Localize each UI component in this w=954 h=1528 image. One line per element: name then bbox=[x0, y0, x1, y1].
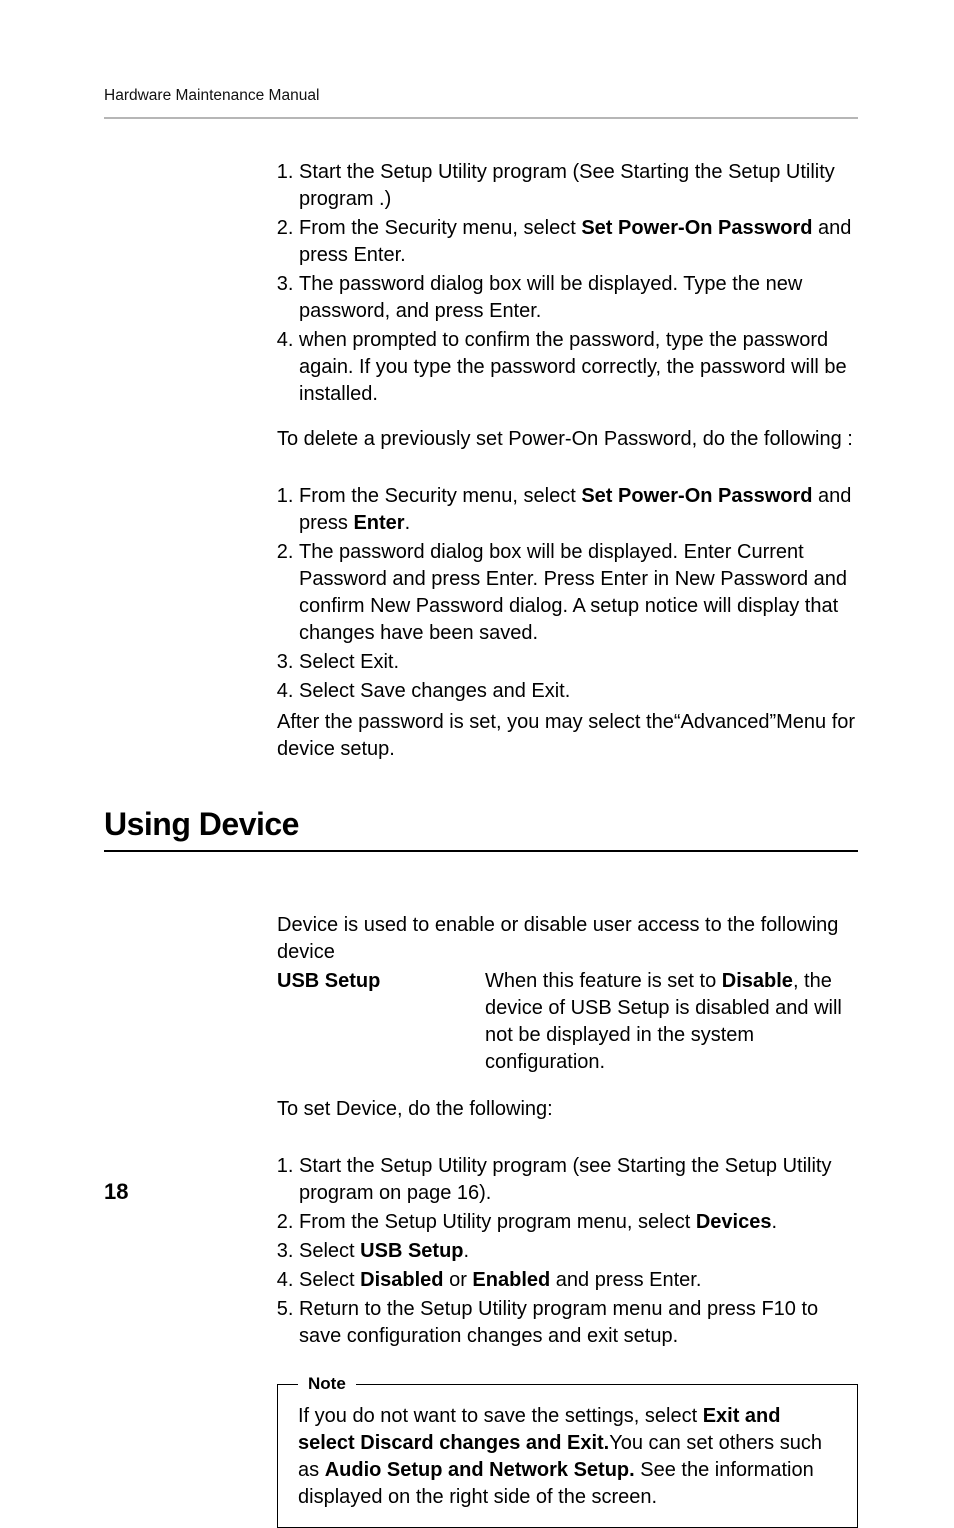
running-header: Hardware Maintenance Manual bbox=[104, 86, 858, 119]
delete-password-steps: From the Security menu, select Set Power… bbox=[277, 483, 858, 705]
note-text: If you do not want to save the settings,… bbox=[298, 1403, 837, 1511]
note-box: Note If you do not want to save the sett… bbox=[277, 1384, 858, 1528]
after-password-paragraph: After the password is set, you may selec… bbox=[277, 709, 858, 763]
set-device-intro: To set Device, do the following: bbox=[277, 1096, 858, 1123]
list-item: Select Save changes and Exit. bbox=[299, 678, 858, 705]
using-device-content: Device is used to enable or disable user… bbox=[277, 912, 858, 1528]
text: Start the Setup Utility program (See Sta… bbox=[299, 161, 835, 210]
bold-text: USB Setup bbox=[360, 1240, 463, 1262]
list-item: when prompted to confirm the password, t… bbox=[299, 327, 858, 408]
device-intro-paragraph: Device is used to enable or disable user… bbox=[277, 912, 858, 966]
note-label: Note bbox=[298, 1373, 356, 1396]
text: Select bbox=[299, 1269, 360, 1291]
bold-text: Audio Setup and Network Setup. bbox=[325, 1459, 635, 1481]
set-password-steps: Start the Setup Utility program (See Sta… bbox=[277, 159, 858, 408]
bold-text: Enter bbox=[353, 512, 404, 534]
bold-text: Enabled bbox=[472, 1269, 550, 1291]
body-content: Start the Setup Utility program (See Sta… bbox=[277, 159, 858, 763]
usb-setup-definition: USB Setup When this feature is set to Di… bbox=[277, 968, 858, 1076]
text: The password dialog box will be displaye… bbox=[299, 541, 847, 644]
list-item: The password dialog box will be displaye… bbox=[299, 539, 858, 647]
bold-text: Disable bbox=[722, 970, 793, 992]
list-item: Select Exit. bbox=[299, 649, 858, 676]
bold-text: Devices bbox=[696, 1211, 772, 1233]
text: From the Security menu, select bbox=[299, 217, 581, 239]
text: . bbox=[771, 1211, 777, 1233]
text: If you do not want to save the settings,… bbox=[298, 1405, 703, 1427]
text: From the Security menu, select bbox=[299, 485, 581, 507]
page-number: 18 bbox=[104, 1177, 128, 1207]
bold-text: Set Power-On Password bbox=[581, 485, 812, 507]
set-device-steps: Start the Setup Utility program (see Sta… bbox=[277, 1153, 858, 1350]
text: . bbox=[405, 512, 411, 534]
section-heading-using-device: Using Device bbox=[104, 803, 858, 852]
delete-intro-paragraph: To delete a previously set Power-On Pass… bbox=[277, 426, 858, 453]
text: when prompted to confirm the password, t… bbox=[299, 329, 847, 405]
list-item: Return to the Setup Utility program menu… bbox=[299, 1296, 858, 1350]
list-item: The password dialog box will be displaye… bbox=[299, 271, 858, 325]
text: Select Save changes and Exit. bbox=[299, 680, 570, 702]
text: . bbox=[464, 1240, 470, 1262]
text: From the Setup Utility program menu, sel… bbox=[299, 1211, 696, 1233]
bold-text: Disabled bbox=[360, 1269, 443, 1291]
text: Select Exit. bbox=[299, 651, 399, 673]
text: Return to the Setup Utility program menu… bbox=[299, 1298, 818, 1347]
text: The password dialog box will be displaye… bbox=[299, 273, 802, 322]
list-item: Start the Setup Utility program (see Sta… bbox=[299, 1153, 858, 1207]
definition-text: When this feature is set to Disable, the… bbox=[485, 968, 858, 1076]
page: Hardware Maintenance Manual Start the Se… bbox=[0, 0, 954, 1243]
list-item: From the Security menu, select Set Power… bbox=[299, 483, 858, 537]
list-item: Start the Setup Utility program (See Sta… bbox=[299, 159, 858, 213]
text: Start the Setup Utility program (see Sta… bbox=[299, 1155, 831, 1204]
text: and press Enter. bbox=[550, 1269, 701, 1291]
definition-term: USB Setup bbox=[277, 968, 485, 1076]
list-item: Select USB Setup. bbox=[299, 1238, 858, 1265]
text: or bbox=[444, 1269, 473, 1291]
text: Select bbox=[299, 1240, 360, 1262]
bold-text: Set Power-On Password bbox=[581, 217, 812, 239]
text: When this feature is set to bbox=[485, 970, 722, 992]
list-item: Select Disabled or Enabled and press Ent… bbox=[299, 1267, 858, 1294]
list-item: From the Setup Utility program menu, sel… bbox=[299, 1209, 858, 1236]
list-item: From the Security menu, select Set Power… bbox=[299, 215, 858, 269]
